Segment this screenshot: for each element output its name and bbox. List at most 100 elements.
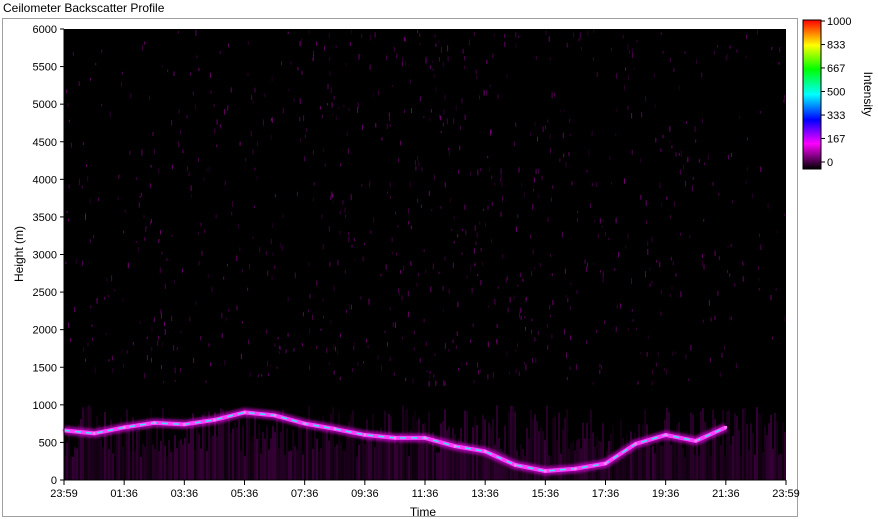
- noise-speck: [299, 98, 301, 104]
- noise-speck: [701, 72, 703, 78]
- noise-speck: [393, 47, 395, 52]
- noise-speck: [542, 126, 544, 132]
- noise-speck: [530, 132, 532, 136]
- noise-speck: [324, 163, 326, 167]
- haze-column: [596, 436, 598, 480]
- noise-speck: [68, 322, 70, 326]
- noise-speck: [479, 369, 481, 373]
- noise-speck: [127, 262, 129, 269]
- noise-speck: [171, 164, 173, 170]
- noise-speck: [746, 34, 747, 39]
- noise-speck: [312, 150, 314, 155]
- noise-speck: [316, 41, 318, 46]
- noise-speck: [270, 238, 272, 245]
- noise-speck: [335, 346, 336, 352]
- noise-speck: [256, 176, 258, 180]
- noise-speck: [670, 294, 672, 297]
- noise-speck: [679, 232, 681, 236]
- noise-speck: [563, 153, 565, 158]
- noise-speck: [541, 176, 543, 181]
- noise-speck: [474, 225, 476, 231]
- noise-speck: [108, 295, 109, 298]
- noise-speck: [174, 367, 176, 374]
- noise-speck: [141, 149, 143, 156]
- haze-column: [260, 453, 262, 480]
- haze-column: [680, 440, 682, 480]
- colorbar-label: Intensity: [861, 72, 875, 117]
- haze-column: [178, 441, 180, 480]
- noise-speck: [328, 32, 330, 38]
- noise-speck: [500, 174, 502, 179]
- haze-column: [720, 445, 722, 480]
- noise-speck: [464, 55, 466, 61]
- haze-column: [710, 456, 712, 480]
- noise-speck: [333, 345, 335, 350]
- noise-speck: [545, 30, 547, 35]
- noise-speck: [783, 99, 785, 103]
- noise-speck: [680, 151, 682, 157]
- haze-column: [756, 407, 758, 480]
- noise-speck: [299, 117, 301, 122]
- haze-column: [572, 441, 574, 480]
- noise-speck: [515, 348, 517, 352]
- noise-speck: [408, 311, 409, 318]
- noise-speck: [686, 121, 688, 124]
- noise-speck: [554, 92, 556, 97]
- noise-speck: [609, 155, 611, 161]
- noise-speck: [369, 35, 371, 41]
- noise-speck: [479, 220, 481, 225]
- noise-speck: [570, 282, 572, 285]
- noise-speck: [74, 307, 76, 313]
- noise-speck: [464, 114, 466, 120]
- noise-speck: [158, 239, 160, 243]
- noise-speck: [138, 202, 140, 208]
- noise-speck: [576, 364, 577, 370]
- colorbar-tick-label: 833: [827, 40, 845, 52]
- noise-speck: [506, 276, 508, 280]
- haze-column: [244, 456, 246, 480]
- noise-speck: [66, 211, 68, 214]
- y-tick-label: 3000: [33, 250, 57, 262]
- noise-speck: [425, 270, 427, 274]
- noise-speck: [627, 44, 629, 50]
- x-tick-label: 15:36: [532, 488, 560, 500]
- noise-speck: [324, 45, 325, 51]
- noise-speck: [496, 324, 498, 329]
- haze-column: [648, 444, 650, 480]
- noise-speck: [616, 108, 618, 112]
- noise-speck: [264, 93, 266, 98]
- noise-speck: [420, 204, 422, 208]
- noise-speck: [651, 381, 653, 386]
- noise-speck: [631, 309, 633, 312]
- noise-speck: [486, 59, 488, 64]
- noise-speck: [92, 337, 93, 342]
- noise-speck: [257, 374, 259, 378]
- noise-speck: [327, 83, 329, 89]
- noise-speck: [513, 295, 515, 300]
- noise-speck: [327, 103, 328, 106]
- noise-speck: [539, 263, 541, 267]
- noise-speck: [708, 299, 710, 306]
- noise-speck: [571, 181, 573, 186]
- noise-speck: [718, 193, 720, 196]
- haze-column: [412, 416, 414, 480]
- noise-speck: [416, 282, 418, 287]
- noise-speck: [565, 161, 567, 168]
- noise-speck: [430, 109, 432, 113]
- y-tick-label: 4000: [33, 174, 57, 186]
- noise-speck: [348, 304, 350, 307]
- noise-speck: [444, 343, 446, 349]
- noise-speck: [438, 57, 440, 62]
- noise-speck: [196, 55, 198, 58]
- noise-speck: [309, 365, 310, 370]
- noise-speck: [358, 53, 360, 60]
- noise-speck: [565, 295, 567, 298]
- haze-column: [526, 428, 528, 480]
- noise-speck: [739, 116, 741, 119]
- haze-column: [764, 426, 766, 480]
- noise-speck: [703, 219, 705, 222]
- noise-speck: [340, 163, 342, 167]
- haze-column: [166, 456, 168, 480]
- noise-speck: [329, 262, 331, 267]
- noise-speck: [345, 214, 346, 218]
